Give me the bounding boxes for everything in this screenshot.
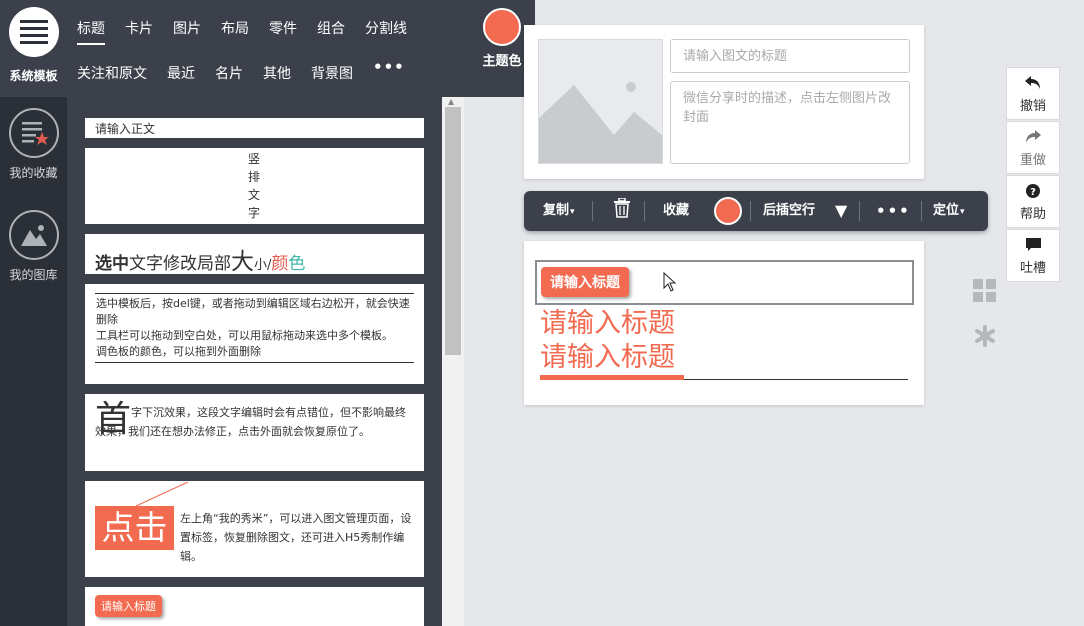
title-underline-accent	[540, 375, 684, 380]
undo-label: 撤销	[1019, 99, 1046, 114]
badge-title: 请输入标题	[95, 595, 162, 617]
tab-recent[interactable]: 最近	[167, 63, 195, 88]
toolbar-divider	[921, 201, 922, 221]
tab-divider[interactable]: 分割线	[365, 18, 407, 45]
rail-label: 我的收藏	[9, 166, 58, 180]
template-card-tips[interactable]: 选中模板后，按del键，或者拖动到编辑区域右边松开，就会快速删除 工具栏可以拖动…	[85, 284, 424, 384]
more-options-button[interactable]: •••	[876, 191, 911, 231]
tab-card[interactable]: 卡片	[125, 18, 153, 45]
body-text-placeholder: 请输入正文	[95, 122, 156, 136]
vertical-text: 竖 排 文 字	[248, 152, 261, 220]
click-word: 点击	[95, 506, 174, 550]
rail-item-gallery[interactable]: 我的图库	[0, 210, 67, 283]
toolbar-divider	[859, 201, 860, 221]
favorites-icon	[8, 108, 59, 158]
redo-button[interactable]: 重做	[1006, 121, 1060, 174]
template-card-vertical[interactable]: 竖 排 文 字	[85, 148, 424, 224]
style-demo-text: 选中文字修改局部大小/颜色	[95, 249, 306, 275]
insert-empty-line-button[interactable]: 后插空行	[763, 191, 815, 231]
template-card-badge[interactable]: 请输入标题	[85, 587, 424, 626]
help-icon: ?	[1007, 176, 1059, 200]
delete-button[interactable]	[613, 191, 631, 231]
template-list: 请输入正文 竖 排 文 字 选中文字修改局部大小/颜色 选中模板后，按del键，…	[85, 117, 424, 626]
tips-text: 选中模板后，按del键，或者拖动到编辑区域右边松开，就会快速删除 工具栏可以拖动…	[95, 293, 414, 363]
cover-card: 请输入图文的标题 微信分享时的描述，点击左侧图片改封面	[524, 25, 924, 179]
asterisk-icon[interactable]	[975, 325, 995, 351]
mouse-cursor-icon	[663, 272, 677, 292]
gallery-icon	[8, 210, 59, 260]
theme-color-picker[interactable]: 主题色	[477, 8, 527, 69]
template-card-dropcap[interactable]: 首 字下沉效果，这段文字编辑时会有点错位，但不影响最终效果，我们还在想办法修正，…	[85, 394, 424, 471]
title-underline	[684, 379, 908, 380]
toolbar-divider	[750, 201, 751, 221]
selected-badge-title[interactable]: 请输入标题	[541, 267, 629, 297]
template-card-body[interactable]: 请输入正文	[85, 118, 424, 138]
more-categories-button[interactable]: •••	[373, 58, 405, 88]
left-rail: 系统模板 我的收藏 我的图库	[0, 0, 67, 626]
category-row-1: 标题 卡片 图片 布局 零件 组合 分割线	[77, 18, 427, 45]
tab-follow[interactable]: 关注和原文	[77, 63, 147, 88]
panel-scrollbar[interactable]: ▲	[442, 97, 464, 626]
comment-icon	[1007, 230, 1059, 254]
tab-combo[interactable]: 组合	[317, 18, 345, 45]
toolbar-divider	[644, 201, 645, 221]
category-menu: 标题 卡片 图片 布局 零件 组合 分割线 关注和原文 最近 名片 其他 背景图…	[67, 0, 535, 97]
tab-layout[interactable]: 布局	[221, 18, 249, 45]
theme-color-label: 主题色	[482, 54, 522, 69]
template-card-click[interactable]: 点击 左上角“我的秀米”，可以进入图文管理页面，设置标签，恢复删除图文，还可进入…	[85, 481, 424, 577]
expand-down-icon[interactable]: ▼	[835, 191, 847, 231]
rail-label: 系统模板	[9, 69, 58, 83]
cover-image[interactable]	[538, 39, 663, 164]
image-placeholder-icon	[539, 82, 662, 163]
click-text: 左上角“我的秀米”，可以进入图文管理页面，设置标签，恢复删除图文，还可进入H5秀…	[180, 512, 412, 563]
selected-block[interactable]: 请输入标题	[535, 260, 914, 305]
floating-toolbar[interactable]: 复制▾ 收藏 后插空行 ▼ ••• 定位▾	[524, 191, 988, 231]
menu-lines-icon	[8, 7, 59, 57]
toolbar-divider	[592, 201, 593, 221]
color-swatch	[714, 196, 742, 225]
undo-icon	[1007, 68, 1059, 92]
article-title-input[interactable]: 请输入图文的标题	[670, 39, 910, 73]
color-button[interactable]	[714, 191, 742, 231]
tab-background[interactable]: 背景图	[311, 63, 353, 88]
big-title-line-2[interactable]: 请输入标题	[540, 341, 675, 375]
position-button[interactable]: 定位▾	[933, 191, 965, 231]
template-card-style-demo[interactable]: 选中文字修改局部大小/颜色	[85, 234, 424, 275]
tab-image[interactable]: 图片	[173, 18, 201, 45]
feedback-button[interactable]: 吐槽	[1006, 229, 1060, 282]
redo-icon	[1007, 122, 1059, 146]
redo-label: 重做	[1019, 153, 1046, 168]
svg-text:?: ?	[1030, 187, 1036, 198]
feedback-label: 吐槽	[1019, 261, 1046, 276]
favorite-button[interactable]: 收藏	[663, 191, 689, 231]
tab-parts[interactable]: 零件	[269, 18, 297, 45]
tab-title[interactable]: 标题	[77, 18, 105, 45]
tab-other[interactable]: 其他	[263, 63, 291, 88]
pointer-line	[135, 481, 189, 507]
tab-namecard[interactable]: 名片	[215, 63, 243, 88]
dropcap-text: 字下沉效果，这段文字编辑时会有点错位，但不影响最终效果，我们还在想办法修正，点击…	[95, 406, 406, 438]
big-title-line-1[interactable]: 请输入标题	[540, 307, 675, 341]
article-description-input[interactable]: 微信分享时的描述，点击左侧图片改封面	[670, 81, 910, 164]
rail-item-favorites[interactable]: 我的收藏	[0, 108, 67, 181]
grid-view-icon[interactable]	[973, 279, 996, 306]
theme-color-swatch[interactable]	[483, 8, 521, 46]
help-button[interactable]: ? 帮助	[1006, 175, 1060, 228]
category-row-2: 关注和原文 最近 名片 其他 背景图 •••	[77, 58, 425, 88]
help-label: 帮助	[1019, 207, 1046, 222]
rail-label: 我的图库	[9, 268, 58, 282]
scroll-up-icon[interactable]: ▲	[448, 97, 454, 106]
scroll-thumb[interactable]	[445, 107, 461, 355]
rail-item-system-templates[interactable]: 系统模板	[0, 0, 67, 97]
undo-button[interactable]: 撤销	[1006, 67, 1060, 120]
copy-button[interactable]: 复制▾	[543, 191, 575, 231]
template-panel: 请输入正文 竖 排 文 字 选中文字修改局部大小/颜色 选中模板后，按del键，…	[67, 97, 464, 626]
trash-icon	[614, 197, 630, 218]
content-card: 请输入标题 请输入标题 请输入标题	[524, 241, 924, 405]
